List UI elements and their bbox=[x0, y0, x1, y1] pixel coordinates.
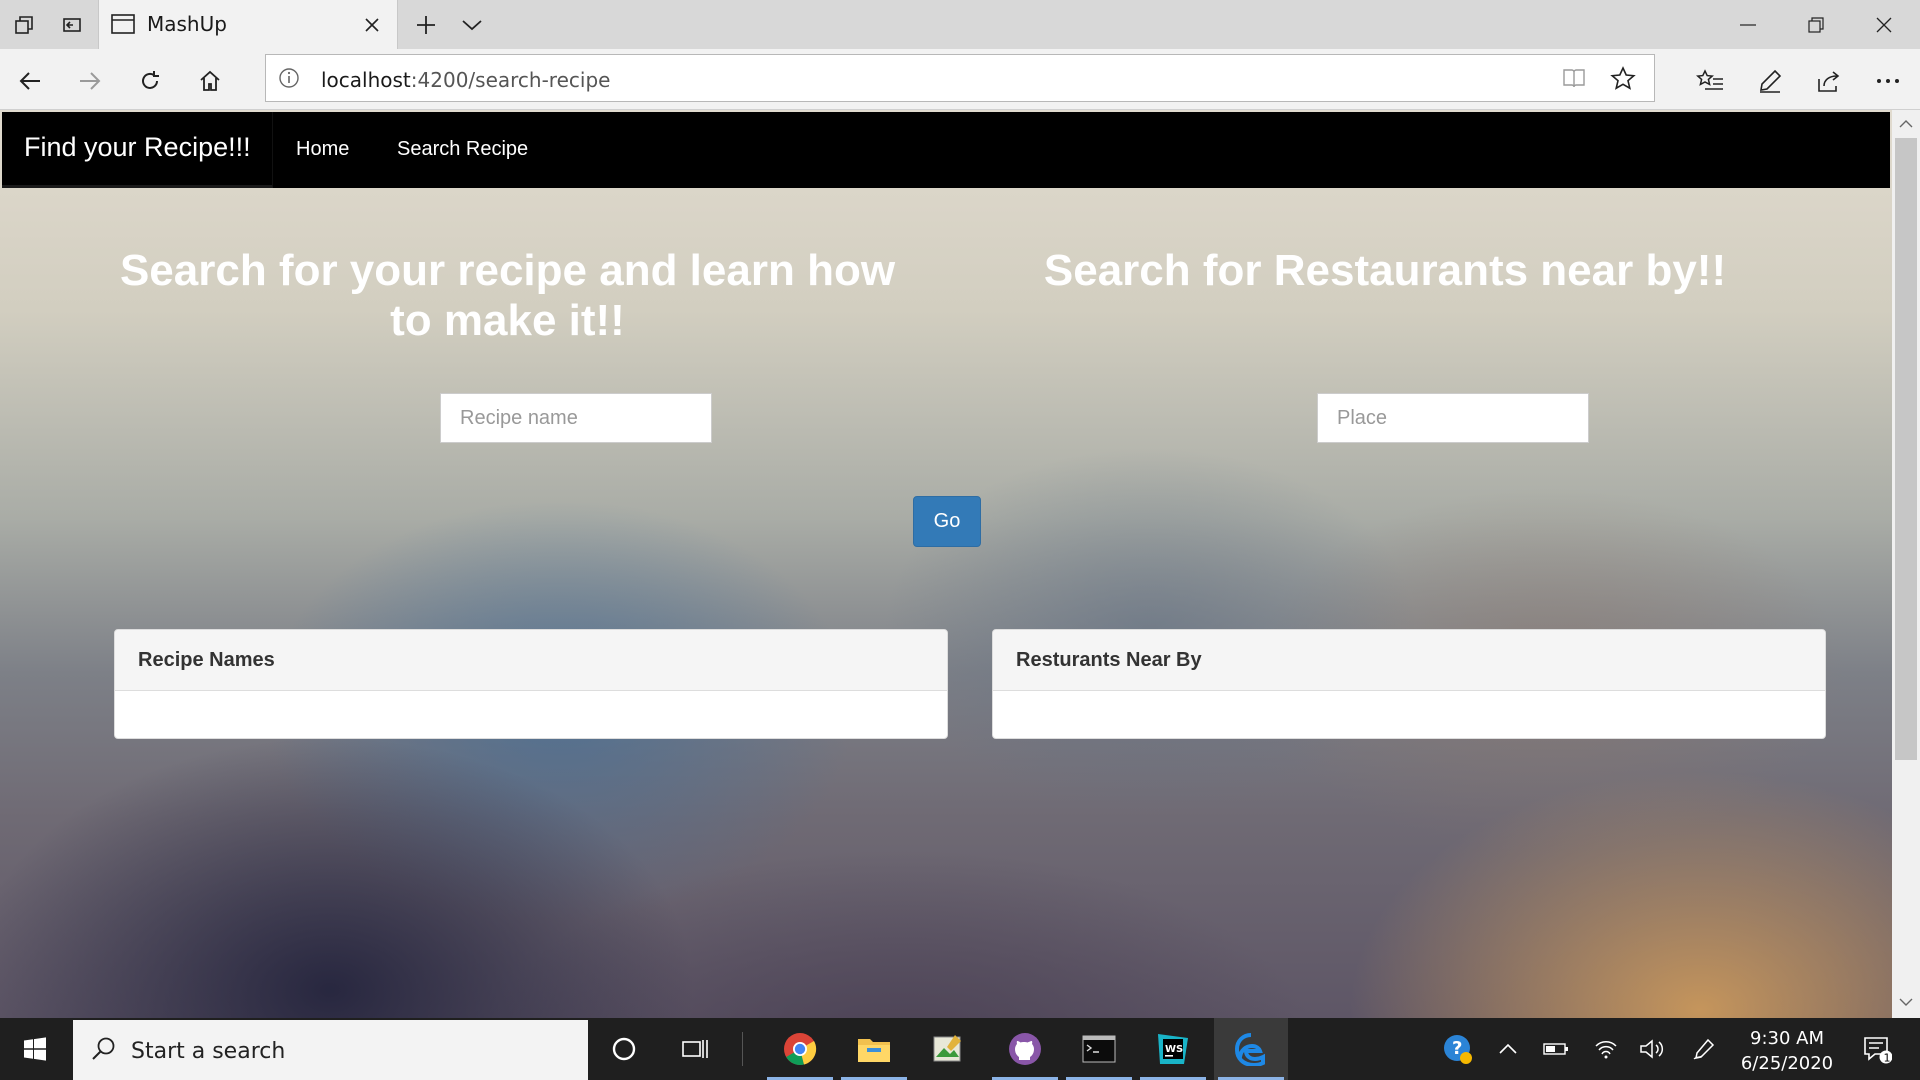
notification-count: 1 bbox=[1884, 1052, 1891, 1065]
tab-actions-icon[interactable] bbox=[8, 9, 40, 41]
show-hidden-icons-chevron-up-icon[interactable] bbox=[1490, 1018, 1526, 1080]
tab-preview-chevron-down-icon[interactable] bbox=[456, 9, 488, 41]
help-icon[interactable]: ? bbox=[1436, 1018, 1480, 1080]
recipe-names-panel: Recipe Names bbox=[114, 629, 948, 739]
page-scrollbar[interactable] bbox=[1892, 110, 1920, 1018]
minimize-icon[interactable] bbox=[1714, 0, 1782, 49]
taskbar-divider bbox=[742, 1032, 743, 1066]
web-note-pen-icon[interactable] bbox=[1750, 61, 1790, 101]
nav-link-search-recipe[interactable]: Search Recipe bbox=[397, 138, 528, 161]
info-icon[interactable] bbox=[278, 67, 300, 94]
svg-text:WS: WS bbox=[1165, 1044, 1183, 1055]
back-arrow-icon[interactable] bbox=[10, 61, 50, 101]
search-icon bbox=[91, 1036, 117, 1067]
tab-title: MashUp bbox=[147, 12, 227, 36]
place-input-wrap bbox=[1317, 393, 1589, 443]
action-center-icon[interactable]: 1 bbox=[1852, 1018, 1902, 1080]
image-editor-app-icon[interactable] bbox=[911, 1018, 985, 1080]
restaurants-panel-title: Resturants Near By bbox=[993, 630, 1825, 691]
set-tabs-aside-icon[interactable] bbox=[56, 9, 88, 41]
github-desktop-icon[interactable] bbox=[988, 1018, 1062, 1080]
clock-date: 6/25/2020 bbox=[1740, 1053, 1834, 1074]
battery-icon[interactable] bbox=[1538, 1018, 1574, 1080]
address-field[interactable]: localhost:4200/search-recipe bbox=[265, 54, 1655, 102]
taskbar-search-placeholder: Start a search bbox=[131, 1039, 286, 1064]
site-brand[interactable]: Find your Recipe!!! bbox=[2, 112, 273, 188]
chrome-app-icon[interactable] bbox=[763, 1018, 837, 1080]
pen-workspace-icon[interactable] bbox=[1686, 1018, 1722, 1080]
restore-icon[interactable] bbox=[1782, 0, 1850, 49]
place-input[interactable] bbox=[1318, 394, 1588, 442]
refresh-icon[interactable] bbox=[130, 61, 170, 101]
recipe-name-input[interactable] bbox=[441, 394, 711, 442]
new-tab-icon[interactable] bbox=[410, 9, 442, 41]
nav-link-home[interactable]: Home bbox=[296, 138, 349, 161]
close-tab-icon[interactable] bbox=[359, 12, 385, 38]
address-toolbar: localhost:4200/search-recipe bbox=[0, 49, 1920, 110]
scrollbar-thumb[interactable] bbox=[1895, 138, 1917, 760]
windows-start-icon[interactable] bbox=[0, 1018, 70, 1080]
tab-mashup[interactable]: MashUp bbox=[98, 0, 398, 49]
favorite-star-icon[interactable] bbox=[1610, 66, 1636, 97]
recipe-heading: Search for your recipe and learn how to … bbox=[119, 246, 896, 345]
taskbar-search-box[interactable]: Start a search bbox=[73, 1020, 588, 1080]
reading-view-icon[interactable] bbox=[1562, 67, 1586, 94]
scroll-down-icon[interactable] bbox=[1898, 994, 1914, 1010]
recipe-name-input-wrap bbox=[440, 393, 712, 443]
scroll-up-icon[interactable] bbox=[1898, 116, 1914, 132]
edge-browser-icon[interactable] bbox=[1214, 1018, 1288, 1080]
wifi-icon[interactable] bbox=[1588, 1018, 1624, 1080]
share-icon[interactable] bbox=[1809, 61, 1849, 101]
volume-icon[interactable] bbox=[1634, 1018, 1670, 1080]
taskbar-clock[interactable]: 9:30 AM 6/25/2020 bbox=[1732, 1026, 1842, 1076]
favorites-hub-icon[interactable] bbox=[1690, 61, 1730, 101]
task-view-icon[interactable] bbox=[658, 1018, 732, 1080]
browser-tab-bar: MashUp bbox=[0, 0, 1920, 49]
page-viewport: Find your Recipe!!! Home Search Recipe S… bbox=[0, 110, 1892, 1018]
cortana-icon[interactable] bbox=[587, 1018, 661, 1080]
home-icon[interactable] bbox=[190, 61, 230, 101]
go-button[interactable]: Go bbox=[913, 496, 981, 547]
webstorm-icon[interactable]: WS bbox=[1136, 1018, 1210, 1080]
url-text: localhost:4200/search-recipe bbox=[321, 68, 611, 92]
file-explorer-icon[interactable] bbox=[837, 1018, 911, 1080]
more-options-icon[interactable] bbox=[1868, 61, 1908, 101]
recipe-names-panel-title: Recipe Names bbox=[115, 630, 947, 691]
site-navbar: Find your Recipe!!! Home Search Recipe bbox=[2, 112, 1890, 188]
forward-arrow-icon[interactable] bbox=[70, 61, 110, 101]
clock-time: 9:30 AM bbox=[1750, 1028, 1824, 1049]
page-icon bbox=[111, 13, 135, 40]
close-window-icon[interactable] bbox=[1850, 0, 1918, 49]
windows-taskbar: Start a search WS ? 9:30 AM 6/25/2020 1 bbox=[0, 1018, 1920, 1080]
restaurants-panel: Resturants Near By bbox=[992, 629, 1826, 739]
restaurant-heading: Search for Restaurants near by!! bbox=[1043, 246, 1727, 295]
command-prompt-icon[interactable] bbox=[1062, 1018, 1136, 1080]
